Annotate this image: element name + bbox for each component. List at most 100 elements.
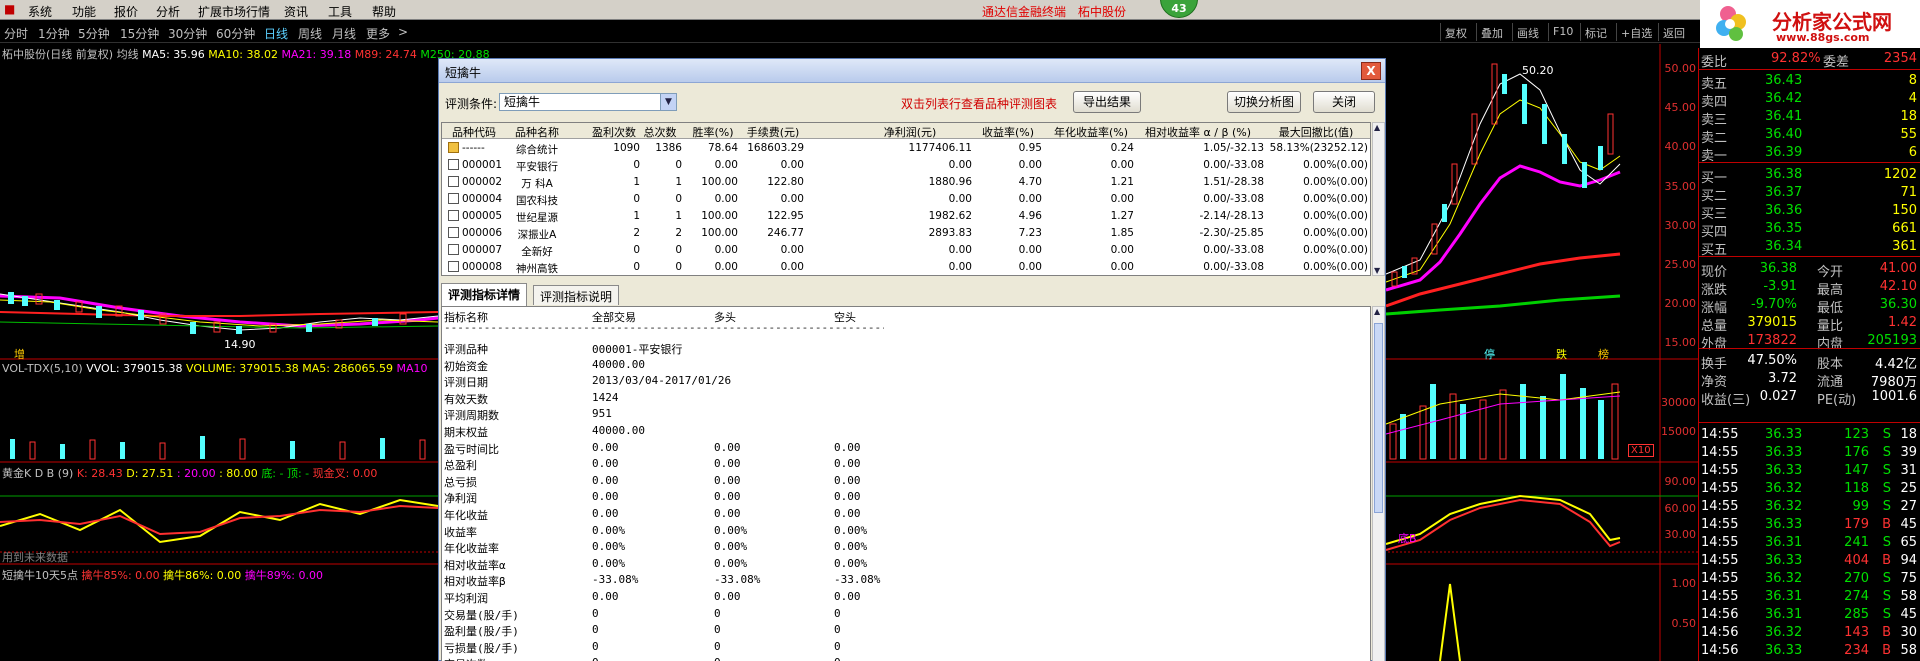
column-header[interactable]: 手续费(元) — [742, 124, 804, 140]
weibi-label: 委比 — [1701, 55, 1728, 70]
table-cell: 1880.96 — [928, 176, 972, 188]
period-fenshi[interactable]: 分时 — [4, 25, 28, 42]
period-60min[interactable]: 60分钟 — [216, 25, 255, 42]
metric-value: 0.00 — [834, 490, 861, 504]
toolbar-restore-rights[interactable]: 复权 — [1440, 23, 1471, 41]
menu-analysis[interactable]: 分析 — [156, 3, 180, 20]
detail-scrollbar[interactable]: ▲ — [1372, 306, 1385, 661]
column-header[interactable]: 净利润(元) — [848, 124, 972, 140]
table-cell: 0 — [633, 244, 640, 256]
toolbar-f10[interactable]: F10 — [1548, 23, 1577, 41]
metric-value: 0 — [714, 606, 721, 620]
menu-news[interactable]: 资讯 — [284, 3, 308, 20]
switch-chart-button[interactable]: 切换分析图 — [1227, 91, 1301, 113]
toolbar-mark[interactable]: 标记 — [1580, 23, 1611, 41]
menu-tools[interactable]: 工具 — [328, 3, 352, 20]
condition-select[interactable]: 短擒牛 ▼ — [499, 93, 677, 111]
metric-value: 0.00 — [592, 457, 619, 471]
table-row[interactable]: 000008 神州高铁 0 0 0.00 0.00 0.00 0.00 0.00 0.00/-33… — [442, 259, 1370, 276]
tab-metric-explanation[interactable]: 评测指标说明 — [533, 285, 620, 305]
column-header[interactable]: 胜率(%) — [688, 124, 738, 140]
table-scrollbar[interactable]: ▲ ▼ — [1372, 122, 1385, 276]
metric-value: 0 — [834, 639, 841, 653]
menu-help[interactable]: 帮助 — [372, 3, 396, 20]
link-stock-name[interactable]: 柘中股份 — [1078, 3, 1126, 20]
stat-row: 现价 36.38 今开 41.00 — [1699, 260, 1920, 280]
bid-row[interactable]: 买五 36.34 361 — [1699, 238, 1920, 258]
column-header[interactable]: 最大回撤比(值) — [1264, 124, 1368, 140]
period-weekly[interactable]: 周线 — [298, 25, 322, 42]
menu-system[interactable]: 系统 — [28, 3, 52, 20]
column-header[interactable]: 收益率(%) — [974, 124, 1042, 140]
close-icon[interactable]: X — [1361, 62, 1381, 80]
dialog-titlebar[interactable]: 短擒牛 X — [439, 59, 1385, 83]
checkbox[interactable] — [448, 210, 459, 221]
checkbox[interactable] — [448, 176, 459, 187]
ask-row[interactable]: 卖三 36.41 18 — [1699, 108, 1920, 128]
scroll-thumb[interactable] — [1374, 323, 1383, 513]
table-row[interactable]: 000002 万 科A 1 1 100.00 122.80 1880.96 4.70 1.21 1… — [442, 174, 1370, 191]
metric-name: 年化收益 — [444, 509, 488, 522]
table-row[interactable]: 000006 深振业A 2 2 100.00 246.77 2893.83 7.23 1.85 -… — [442, 225, 1370, 242]
period-30min[interactable]: 30分钟 — [168, 25, 207, 42]
table-row[interactable]: 000004 国农科技 0 0 0.00 0.00 0.00 0.00 0.00 0.00/-33… — [442, 191, 1370, 208]
table-cell: 7.23 — [1018, 227, 1042, 239]
table-cell: ------ — [462, 142, 485, 154]
chevron-right-icon[interactable]: > — [398, 25, 408, 39]
tick-row: 14:55 36.33 147 S 31 — [1699, 462, 1920, 480]
tab-metric-details[interactable]: 评测指标详情 — [441, 283, 528, 306]
link-terminal[interactable]: 通达信金融终端 — [982, 3, 1066, 20]
period-monthly[interactable]: 月线 — [332, 25, 356, 42]
scroll-up-icon[interactable]: ▲ — [1374, 307, 1380, 316]
period-1min[interactable]: 1分钟 — [38, 25, 70, 42]
menu-extended-market[interactable]: 扩展市场行情 — [198, 3, 270, 20]
toolbar-overlay[interactable]: 叠加 — [1476, 23, 1507, 41]
table-row[interactable]: 000001 平安银行 0 0 0.00 0.00 0.00 0.00 0.00 0.00/-33… — [442, 157, 1370, 174]
ask-row[interactable]: 卖五 36.43 8 — [1699, 72, 1920, 92]
export-button[interactable]: 导出结果 — [1073, 91, 1141, 113]
menu-function[interactable]: 功能 — [72, 3, 96, 20]
column-header[interactable]: 盈利次数 — [588, 124, 640, 140]
scroll-down-icon[interactable]: ▼ — [1374, 266, 1380, 275]
close-button[interactable]: 关闭 — [1313, 91, 1375, 113]
tick-row: 14:55 36.31 241 S 65 — [1699, 534, 1920, 552]
column-header[interactable]: 品种代码 — [446, 124, 502, 140]
period-daily[interactable]: 日线 — [264, 25, 288, 42]
scroll-up-icon[interactable]: ▲ — [1374, 123, 1380, 132]
bid-row[interactable]: 买二 36.37 71 — [1699, 184, 1920, 204]
tick-volume: 143 — [1844, 625, 1869, 640]
toolbar-draw[interactable]: 画线 — [1512, 23, 1543, 41]
ask-row[interactable]: 卖二 36.40 55 — [1699, 126, 1920, 146]
checkbox[interactable] — [448, 261, 459, 272]
checkbox[interactable] — [448, 159, 459, 170]
chevron-down-icon[interactable]: ▼ — [660, 94, 676, 110]
table-row[interactable]: 000007 全新好 0 0 0.00 0.00 0.00 0.00 0.00 0.00/-33.… — [442, 242, 1370, 259]
bid-row[interactable]: 买三 36.36 150 — [1699, 202, 1920, 222]
table-cell: 0 — [675, 193, 682, 205]
ask-row[interactable]: 卖四 36.42 4 — [1699, 90, 1920, 110]
axis-label: 15000 — [1661, 425, 1696, 438]
period-more[interactable]: 更多 — [366, 25, 390, 42]
bid-row[interactable]: 买一 36.38 1202 — [1699, 166, 1920, 186]
app-icon[interactable]: ■ — [4, 2, 15, 16]
table-row[interactable]: ------ 综合统计 1090 1386 78.64 168603.29 1177406.… — [442, 140, 1370, 157]
menu-quote[interactable]: 报价 — [114, 3, 138, 20]
bid-row[interactable]: 买四 36.35 661 — [1699, 220, 1920, 240]
folder-icon[interactable] — [448, 142, 459, 153]
column-header[interactable]: 年化收益率(%) — [1048, 124, 1134, 140]
stat-row: 收益(三) 0.027 PE(动) 1001.6 — [1699, 388, 1920, 408]
column-header[interactable]: 品种名称 — [506, 124, 568, 140]
checkbox[interactable] — [448, 244, 459, 255]
column-header[interactable]: 相对收益率 α / β (%) — [1132, 124, 1264, 140]
ask-row[interactable]: 卖一 36.39 6 — [1699, 144, 1920, 164]
checkbox[interactable] — [448, 193, 459, 204]
table-cell: 0.00%(0.00) — [1303, 227, 1368, 239]
checkbox[interactable] — [448, 227, 459, 238]
kdj-info: 黄金K D B (9) K: 28.43 D: 27.51 : 20.00 : … — [2, 465, 377, 481]
period-15min[interactable]: 15分钟 — [120, 25, 159, 42]
toolbar-add-favorite[interactable]: +自选 — [1616, 23, 1656, 41]
period-5min[interactable]: 5分钟 — [78, 25, 110, 42]
table-row[interactable]: 000005 世纪星源 1 1 100.00 122.95 1982.62 4.96 1.27 -… — [442, 208, 1370, 225]
column-header[interactable]: 总次数 — [638, 124, 682, 140]
toolbar-back[interactable]: 返回 — [1658, 23, 1689, 41]
